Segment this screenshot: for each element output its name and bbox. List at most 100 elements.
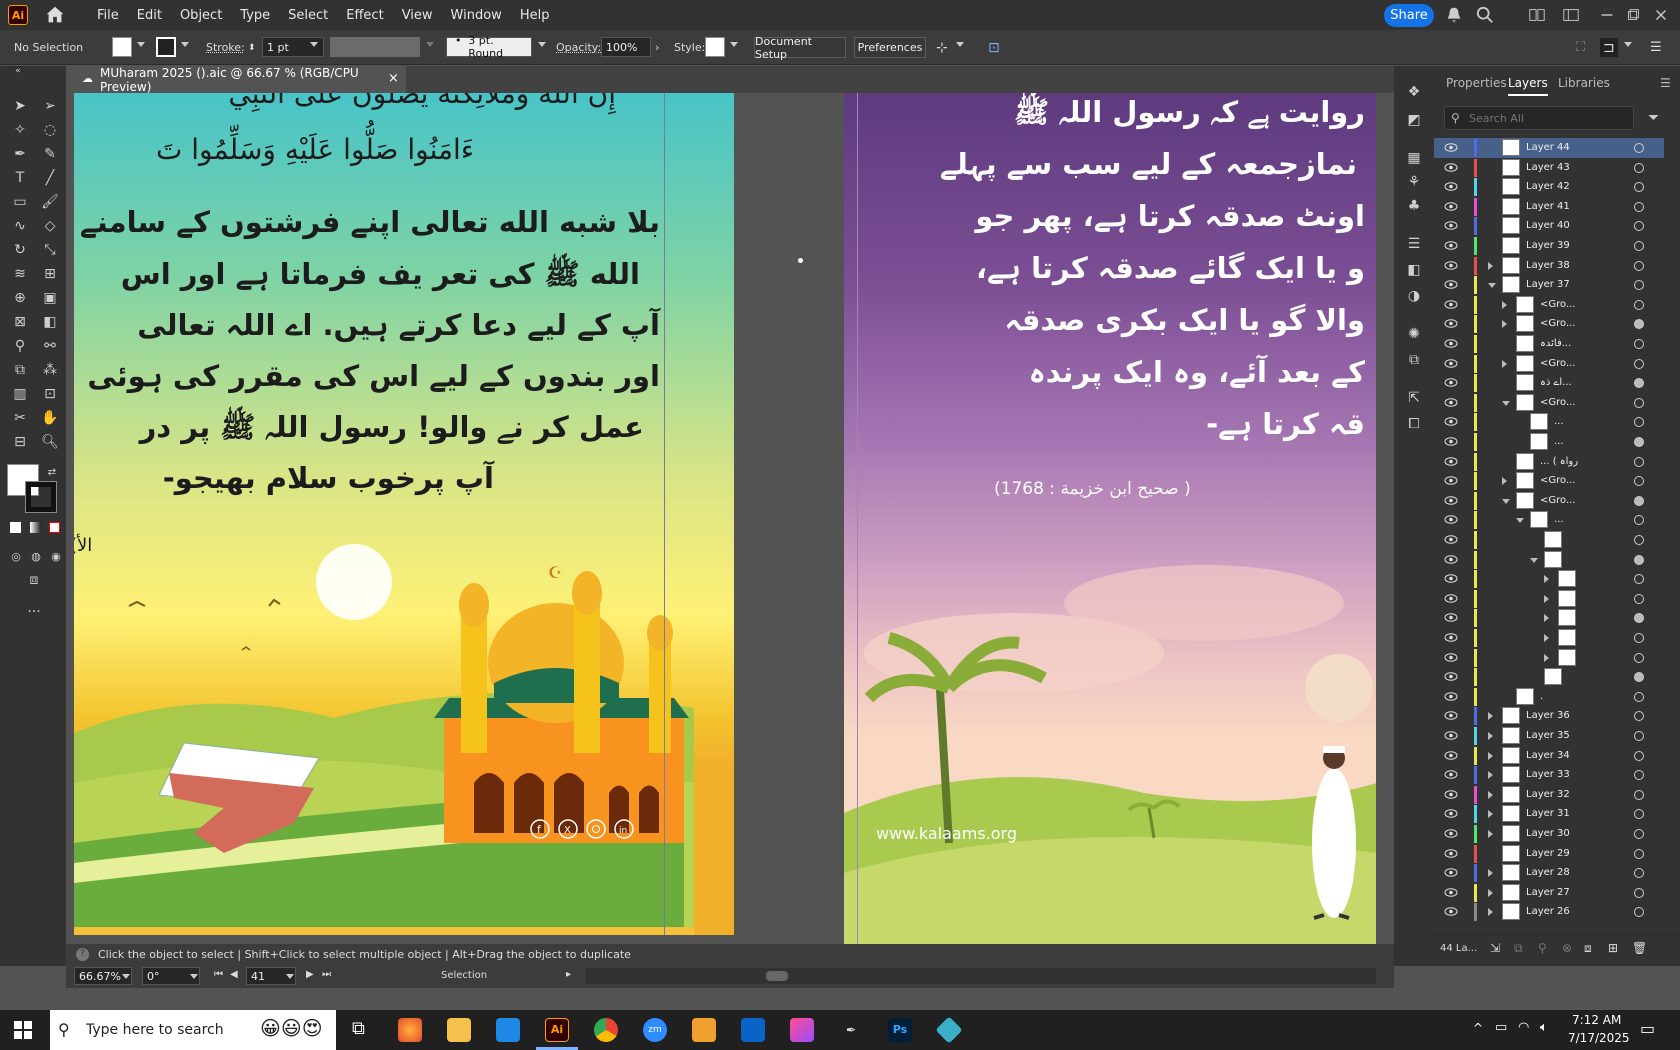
layer-row[interactable]: Layer 40	[1434, 216, 1664, 236]
layer-row[interactable]: <Gro...	[1434, 295, 1664, 315]
tab-layers[interactable]: Layers	[1508, 76, 1548, 96]
layer-row[interactable]: <Gro...	[1434, 471, 1664, 491]
new-sublayer-icon[interactable]: ⧈	[1584, 941, 1592, 956]
edit-toolbar-icon[interactable]: ···	[24, 602, 44, 622]
target-circle-icon[interactable]	[1634, 162, 1644, 173]
pen-tool-icon[interactable]: ✒	[10, 144, 30, 164]
draw-behind-icon[interactable]: ◍	[26, 546, 46, 566]
windows-start-icon[interactable]	[14, 1021, 32, 1039]
bell-icon[interactable]	[1445, 6, 1463, 24]
layers-search-input[interactable]	[1469, 110, 1629, 126]
layer-row[interactable]: ... ( رواہ	[1434, 452, 1664, 472]
target-circle-icon[interactable]	[1634, 887, 1644, 898]
illustrator-taskbar-icon[interactable]: Ai	[545, 1018, 569, 1042]
visibility-eye-icon[interactable]	[1444, 868, 1458, 877]
expand-arrow-icon[interactable]	[1502, 477, 1507, 486]
rectangle-tool-icon[interactable]: ▭	[10, 192, 30, 212]
layer-row[interactable]: Layer 38	[1434, 256, 1664, 276]
stroke-label[interactable]: Stroke:	[206, 38, 245, 57]
home-icon[interactable]	[44, 4, 66, 26]
target-circle-icon[interactable]	[1634, 554, 1644, 565]
layer-row[interactable]: Layer 43	[1434, 158, 1664, 178]
menu-type[interactable]: Type	[231, 8, 279, 23]
visibility-eye-icon[interactable]	[1444, 339, 1458, 348]
visibility-eye-icon[interactable]	[1444, 201, 1458, 211]
target-circle-icon[interactable]	[1634, 770, 1644, 781]
expand-arrow-icon[interactable]	[1488, 869, 1493, 878]
brushes-icon[interactable]: ⚘	[1404, 172, 1424, 192]
layer-row[interactable]: اے ذہ...	[1434, 373, 1664, 393]
delete-icon[interactable]: 🗑︎	[1632, 941, 1647, 955]
locate-object-icon[interactable]: ⚲	[1538, 941, 1547, 955]
pen-app-icon[interactable]: ✒	[839, 1018, 863, 1042]
visibility-eye-icon[interactable]	[1444, 574, 1458, 583]
clock-date[interactable]: 7/17/2025	[1568, 1031, 1630, 1045]
layer-name[interactable]: Layer 39	[1526, 240, 1570, 251]
artboards-panel-icon[interactable]: ⧠	[1404, 414, 1424, 434]
menu-view[interactable]: View	[393, 8, 442, 23]
properties-toggle-icon[interactable]: ⊐	[1600, 38, 1618, 57]
collect-export-icon[interactable]: ⇲	[1490, 941, 1500, 955]
swap-colors-icon[interactable]: ⇄	[42, 462, 62, 482]
layer-row[interactable]	[1434, 628, 1664, 648]
collapse-arrow-icon[interactable]	[1502, 498, 1510, 504]
visibility-eye-icon[interactable]	[1444, 633, 1458, 642]
layer-row[interactable]: Layer 36	[1434, 706, 1664, 726]
layer-name[interactable]: Layer 34	[1526, 750, 1570, 761]
layer-row[interactable]: Layer 44	[1434, 138, 1664, 158]
live-paint-icon[interactable]: ▣	[40, 288, 60, 308]
layer-row[interactable]: Layer 33	[1434, 765, 1664, 785]
menu-edit[interactable]: Edit	[128, 8, 171, 23]
link-icon[interactable]: ⊗	[1562, 941, 1572, 955]
visibility-eye-icon[interactable]	[1444, 652, 1458, 662]
filter-icon[interactable]: ⏷	[1648, 110, 1659, 126]
layer-name[interactable]: Layer 43	[1526, 162, 1570, 173]
layer-name[interactable]: <Gro...	[1540, 397, 1576, 408]
artboard-left[interactable]: إِنَّ اللَّهَ وَمَلَائِكَتَهُ يُصَلُّونَ…	[74, 93, 734, 935]
layer-row[interactable]	[1434, 648, 1664, 668]
color-mode-icon[interactable]	[10, 522, 21, 533]
type-tool-icon[interactable]: T	[10, 168, 30, 188]
menu-object[interactable]: Object	[171, 8, 231, 23]
target-circle-icon[interactable]	[1634, 201, 1644, 212]
visibility-eye-icon[interactable]	[1444, 770, 1458, 779]
visibility-eye-icon[interactable]	[1444, 319, 1458, 329]
layer-name[interactable]: Layer 31	[1526, 808, 1570, 819]
tab-properties[interactable]: Properties	[1446, 76, 1507, 90]
layer-row[interactable]: Layer 29	[1434, 844, 1664, 864]
instagram-icon[interactable]	[586, 819, 606, 839]
expand-arrow-icon[interactable]	[1488, 810, 1493, 819]
expand-arrow-icon[interactable]	[1488, 261, 1493, 270]
layer-row[interactable]: Layer 32	[1434, 785, 1664, 805]
visibility-eye-icon[interactable]	[1444, 554, 1458, 564]
task-view-icon[interactable]: ⧉	[352, 1018, 365, 1039]
hand-tool-icon[interactable]: ✋	[40, 408, 60, 428]
graphic-style-swatch[interactable]	[705, 37, 725, 57]
layer-row[interactable]: ...	[1434, 412, 1664, 432]
target-circle-icon[interactable]	[1634, 515, 1644, 526]
color-guide-icon[interactable]: ✺	[1404, 324, 1424, 344]
notifications-icon[interactable]: ▭	[1640, 1019, 1655, 1038]
target-circle-icon[interactable]	[1634, 221, 1644, 232]
layer-name[interactable]: Layer 29	[1526, 848, 1570, 859]
visibility-eye-icon[interactable]	[1444, 731, 1458, 740]
website-url[interactable]: www.kalaams.org	[876, 824, 1017, 843]
layers-search[interactable]: ⚲	[1444, 106, 1634, 130]
menu-window[interactable]: Window	[442, 8, 511, 23]
layer-name[interactable]: <Gro...	[1540, 495, 1576, 506]
rotate-tool-icon[interactable]: ↻	[10, 240, 30, 260]
shaper-tool-icon[interactable]: ∿	[10, 216, 30, 236]
visibility-eye-icon[interactable]	[1444, 280, 1458, 289]
layer-name[interactable]: ...	[1554, 416, 1564, 427]
expand-arrow-icon[interactable]	[1488, 712, 1493, 721]
layer-row[interactable]: Layer 26	[1434, 902, 1664, 922]
photoshop-icon[interactable]: Ps	[888, 1018, 912, 1042]
document-tab[interactable]: ☁ MUharam 2025 ().aic @ 66.67 % (RGB/CPU…	[74, 66, 406, 94]
vscode-icon[interactable]	[496, 1018, 520, 1042]
layer-row[interactable]	[1434, 530, 1664, 550]
target-circle-icon[interactable]	[1634, 809, 1644, 820]
xampp-icon[interactable]	[692, 1018, 716, 1042]
layer-name[interactable]: .	[1540, 691, 1543, 702]
transform-icon[interactable]: ⛶	[1576, 38, 1585, 57]
layer-name[interactable]: ...	[1554, 514, 1564, 525]
